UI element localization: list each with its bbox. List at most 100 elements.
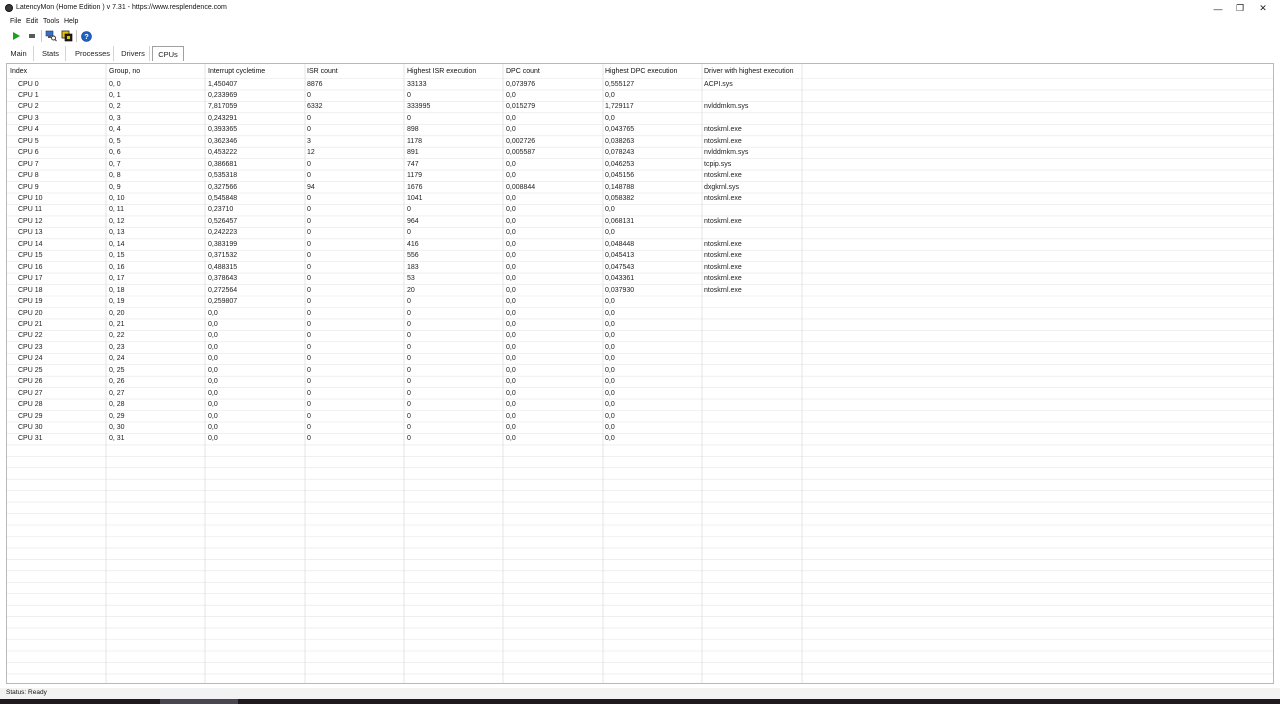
column-header[interactable]: Highest ISR execution xyxy=(407,68,476,75)
table-cell: 0 xyxy=(307,298,311,305)
cpu-table[interactable]: Index Group, no Interrupt cycletime ISR cou… xyxy=(6,63,1274,684)
minimize-icon[interactable]: — xyxy=(1206,0,1230,17)
table-cell: 33133 xyxy=(407,80,427,88)
menu-help[interactable]: Help xyxy=(64,18,78,25)
table-cell: 0, 27 xyxy=(109,389,125,397)
table-cell: 0 xyxy=(407,435,411,443)
table-cell: 0 xyxy=(407,309,411,317)
status-bar: Status: Ready xyxy=(0,688,1280,699)
table-cell: CPU 13 xyxy=(18,229,43,237)
column-header[interactable]: DPC count xyxy=(506,68,540,75)
table-cell: ntoskrnl.exe xyxy=(704,217,742,225)
table-cell: 0,259807 xyxy=(208,298,238,305)
table-cell: 0,0 xyxy=(208,366,218,374)
table-cell: 0,0 xyxy=(605,114,615,122)
table-cell: 0,272564 xyxy=(208,286,238,294)
menu-bar: File Edit Tools Help xyxy=(0,17,1280,27)
table-cell: 0, 5 xyxy=(109,137,121,145)
column-header[interactable]: Interrupt cycletime xyxy=(208,68,265,75)
table-cell: 0,0 xyxy=(506,240,516,248)
tab-cpus[interactable]: CPUs xyxy=(152,46,184,61)
table-cell: 1,450407 xyxy=(208,80,238,88)
table-cell: 0,0 xyxy=(208,332,218,340)
table-cell: CPU 2 xyxy=(18,103,39,111)
table-cell: CPU 17 xyxy=(18,275,43,283)
table-cell: 0, 24 xyxy=(109,355,125,363)
column-header[interactable]: ISR count xyxy=(307,68,338,75)
table-cell: CPU 11 xyxy=(18,206,42,214)
table-cell: 0,0 xyxy=(506,412,516,420)
table-cell: 0,0 xyxy=(506,320,516,328)
table-cell: 0, 25 xyxy=(109,366,125,374)
table-cell: CPU 21 xyxy=(18,320,43,328)
table-cell: 0, 2 xyxy=(109,103,121,111)
table-cell: 0,0 xyxy=(506,286,516,294)
table-cell: CPU 10 xyxy=(18,195,43,202)
table-cell: 0,008844 xyxy=(506,183,536,191)
tab-stats[interactable]: Stats xyxy=(36,46,66,61)
table-cell: 0 xyxy=(407,229,411,237)
table-cell: 1178 xyxy=(407,137,423,145)
table-cell: CPU 30 xyxy=(18,424,43,431)
table-cell: 0 xyxy=(407,424,411,431)
window-title: LatencyMon (Home Edition ) v 7.31 - http… xyxy=(16,4,227,11)
table-cell: 0,043361 xyxy=(605,275,635,283)
table-cell: ntoskrnl.exe xyxy=(704,263,742,271)
table-cell: 0,371532 xyxy=(208,252,238,260)
table-cell: dxgkrnl.sys xyxy=(704,183,740,191)
maximize-icon[interactable]: ❐ xyxy=(1228,0,1252,17)
table-cell: 0,0 xyxy=(506,172,516,180)
table-cell: 0,0 xyxy=(208,412,218,420)
close-icon[interactable]: ✕ xyxy=(1251,0,1275,17)
table-cell: 1,729117 xyxy=(605,103,634,111)
search-computer-icon[interactable] xyxy=(44,29,58,43)
play-icon[interactable] xyxy=(9,29,23,43)
table-cell: 0,0 xyxy=(605,412,615,420)
column-header[interactable]: Highest DPC execution xyxy=(605,68,677,75)
table-cell: 0,0 xyxy=(605,298,615,305)
table-cell: CPU 6 xyxy=(18,149,39,157)
table-cell: 0,453222 xyxy=(208,149,238,157)
table-cell: 0 xyxy=(307,401,311,409)
menu-file[interactable]: File xyxy=(10,18,21,25)
help-icon[interactable]: ? xyxy=(79,29,93,43)
taskbar-segment xyxy=(160,699,238,704)
table-cell: CPU 19 xyxy=(18,298,43,305)
column-header[interactable]: Group, no xyxy=(109,68,140,75)
stop-icon[interactable] xyxy=(25,29,39,43)
table-cell: CPU 24 xyxy=(18,355,43,363)
table-cell: 0 xyxy=(307,126,311,134)
table-cell: 0, 31 xyxy=(109,435,125,443)
table-cell: 0 xyxy=(307,252,311,260)
menu-tools[interactable]: Tools xyxy=(43,18,59,25)
table-cell: 0,0 xyxy=(506,275,516,283)
cpu-icon[interactable] xyxy=(60,29,74,43)
table-cell: 0, 14 xyxy=(109,240,125,248)
tab-main[interactable]: Main xyxy=(4,46,34,61)
table-cell: ACPI.sys xyxy=(704,80,733,88)
table-cell: 0,045413 xyxy=(605,252,635,260)
table-cell: 0, 8 xyxy=(109,172,121,180)
table-cell: 0,0 xyxy=(605,366,615,374)
column-header[interactable]: Driver with highest execution xyxy=(704,68,794,75)
table-cell: 0,0 xyxy=(506,298,516,305)
column-header[interactable]: Index xyxy=(10,68,27,75)
table-cell: 0 xyxy=(307,160,311,168)
table-cell: 6332 xyxy=(307,103,323,111)
table-cell: 0,0 xyxy=(605,206,615,214)
table-cell: 964 xyxy=(407,217,419,225)
table-cell: 94 xyxy=(307,183,315,191)
tab-processes[interactable]: Processes xyxy=(72,46,114,61)
table-cell: 0, 4 xyxy=(109,126,121,134)
table-cell: 0,386681 xyxy=(208,160,238,168)
table-cell: 0,327566 xyxy=(208,183,238,191)
table-cell: 891 xyxy=(407,149,419,157)
table-cell: 0,048448 xyxy=(605,240,635,248)
menu-edit[interactable]: Edit xyxy=(26,18,38,25)
table-cell: 0,0 xyxy=(208,320,218,328)
table-cell: CPU 22 xyxy=(18,332,43,340)
tab-drivers[interactable]: Drivers xyxy=(117,46,150,61)
table-cell: 0,0 xyxy=(506,332,516,340)
table-cell: 0 xyxy=(307,114,311,122)
table-cell: 0,23710 xyxy=(208,206,234,214)
